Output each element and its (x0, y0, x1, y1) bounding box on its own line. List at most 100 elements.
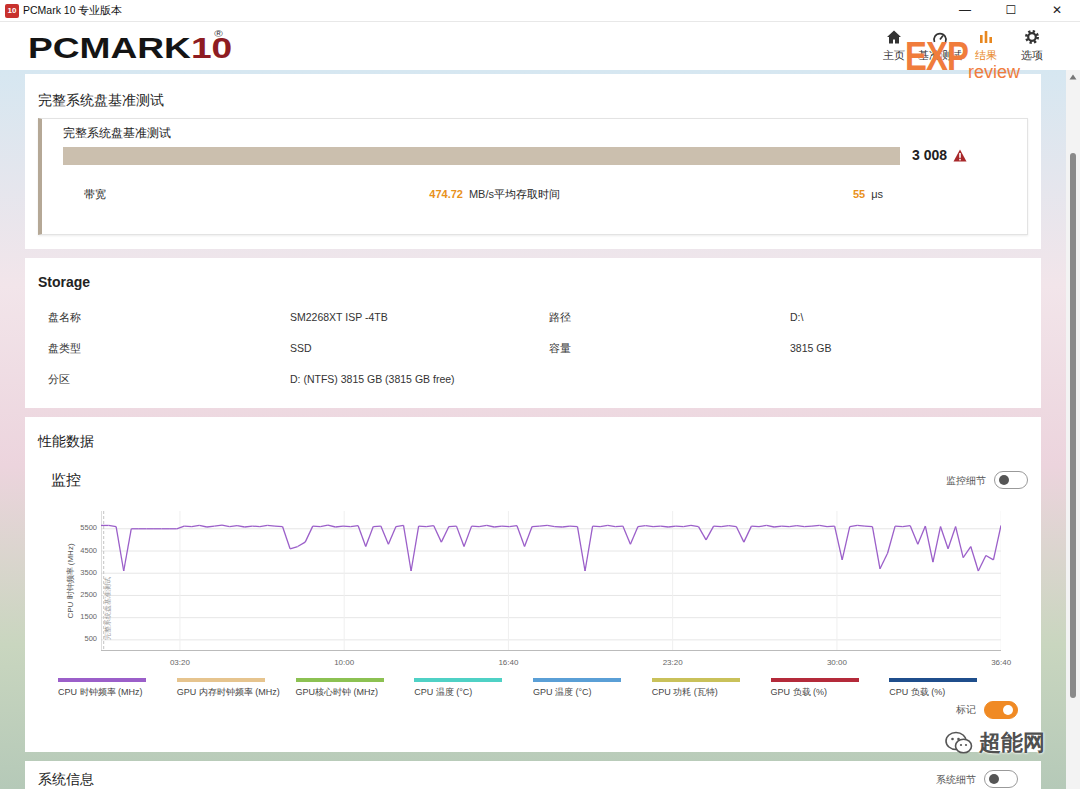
series-segment (585, 526, 593, 571)
legend-item[interactable]: GPU 负载 (%) (771, 678, 890, 698)
markers-toggle-switch[interactable] (984, 701, 1018, 719)
series-segment (842, 526, 850, 559)
x-tick: 03:20 (170, 657, 190, 669)
storage-label: 分区 (48, 372, 290, 388)
grid-line (101, 594, 1001, 595)
cpu-clock-series (101, 525, 1001, 571)
x-tick: 36:40 (991, 657, 1011, 669)
performance-title: 性能数据 (38, 431, 1028, 451)
legend-item[interactable]: GPU 内存时钟频率 (MHz) (177, 678, 296, 698)
series-segment (827, 525, 835, 527)
monitor-details-toggle[interactable]: 监控细节 (946, 471, 1028, 489)
grid-line (101, 617, 1001, 618)
system-info-title: 系统信息 (38, 769, 94, 789)
series-segment (298, 542, 306, 546)
series-segment (857, 524, 865, 526)
metric: 平均存取时间55μs (494, 186, 883, 202)
series-segment (963, 546, 971, 557)
legend-item[interactable]: CPU 时钟频率 (MHz) (58, 678, 177, 698)
metric-unit: μs (871, 186, 883, 202)
series-segment (865, 525, 873, 527)
series-segment (426, 525, 434, 527)
series-segment (494, 525, 502, 527)
series-segment (940, 526, 948, 548)
score-bar-track (63, 147, 900, 165)
legend-item[interactable]: GPU 温度 (°C) (533, 678, 652, 698)
legend-swatch (771, 678, 859, 682)
chart-legend: CPU 时钟频率 (MHz)GPU 内存时钟频率 (MHz)GPU核心时钟 (M… (58, 678, 1008, 698)
storage-label: 盘名称 (48, 310, 290, 326)
gear-icon (1024, 29, 1040, 45)
series-segment (691, 525, 699, 526)
scroll-up-icon (1069, 74, 1077, 80)
series-segment (774, 525, 782, 527)
test-name: 完整系统盘基准测试 (63, 125, 967, 141)
series-segment (751, 525, 759, 527)
system-details-toggle-switch[interactable] (984, 770, 1018, 788)
series-segment (343, 525, 351, 527)
grid-line (179, 511, 180, 651)
series-segment (562, 525, 570, 527)
switch-knob (989, 774, 999, 784)
monitor-details-toggle-switch[interactable] (994, 471, 1028, 489)
cpu-clock-chart: CPU 时钟频率 (MHz)5500450035002500150050003:… (64, 511, 1001, 651)
series-segment (472, 525, 480, 527)
series-segment (411, 526, 419, 571)
series-segment (933, 526, 941, 562)
series-segment (154, 528, 162, 529)
series-segment (736, 526, 744, 542)
scrollbar[interactable] (1066, 70, 1080, 789)
series-segment (434, 525, 442, 541)
legend-item[interactable]: CPU 温度 (°C) (414, 678, 533, 698)
app-icon: 10 (5, 4, 19, 18)
series-segment (381, 526, 389, 544)
nav-label: 基准测试 (918, 48, 962, 64)
series-segment (283, 526, 291, 548)
legend-item[interactable]: CPU 功耗 (瓦特) (652, 678, 771, 698)
nav-item[interactable]: 主页 (871, 29, 917, 64)
series-segment (850, 525, 858, 526)
markers-toggle[interactable]: 标记 (956, 700, 1018, 720)
series-segment (880, 553, 888, 569)
series-segment (252, 525, 260, 527)
series-segment (388, 526, 396, 544)
series-segment (668, 525, 676, 527)
series-segment (797, 525, 805, 527)
series-segment (305, 526, 313, 542)
legend-item[interactable]: CPU 负载 (%) (889, 678, 1008, 698)
nav-item[interactable]: 选项 (1009, 29, 1055, 64)
series-segment (804, 525, 812, 527)
markers-toggle-label: 标记 (956, 702, 976, 717)
x-tick: 30:00 (827, 657, 847, 669)
series-segment (275, 525, 283, 527)
legend-item[interactable]: GPU核心时钟 (MHz) (296, 678, 415, 698)
result-card: 完整系统盘基准测试3 008带宽474.72MB/s平均存取时间55μs (38, 118, 1028, 235)
series-segment (351, 525, 359, 527)
series-segment (986, 555, 994, 559)
series-segment (109, 525, 117, 526)
close-button[interactable]: ✕ (1034, 0, 1080, 21)
scroll-thumb[interactable] (1070, 153, 1076, 698)
series-segment (630, 526, 638, 544)
system-details-toggle[interactable]: 系统细节 (936, 770, 1028, 788)
storage-value: SM2268XT ISP -4TB (290, 310, 549, 326)
series-segment (615, 525, 623, 527)
logo-number: 10 (191, 34, 232, 63)
section-title: 完整系统盘基准测试 (38, 90, 1028, 110)
series-segment (910, 525, 918, 544)
legend-label: CPU 时钟频率 (MHz) (58, 686, 177, 698)
series-segment (789, 525, 797, 527)
series-segment (222, 525, 230, 526)
maximize-button[interactable]: ☐ (988, 0, 1034, 21)
series-segment (260, 525, 268, 526)
nav-label: 结果 (975, 48, 997, 64)
grid-line (101, 528, 1001, 529)
legend-swatch (652, 678, 740, 682)
nav-item[interactable]: 结果 (963, 29, 1009, 64)
series-segment (464, 526, 472, 546)
y-axis-title: CPU 时钟频率 (MHz) (65, 543, 77, 618)
minimize-button[interactable]: — (942, 0, 988, 21)
series-segment (169, 528, 177, 529)
series-segment (487, 525, 495, 527)
nav-item[interactable]: 基准测试 (917, 29, 963, 64)
